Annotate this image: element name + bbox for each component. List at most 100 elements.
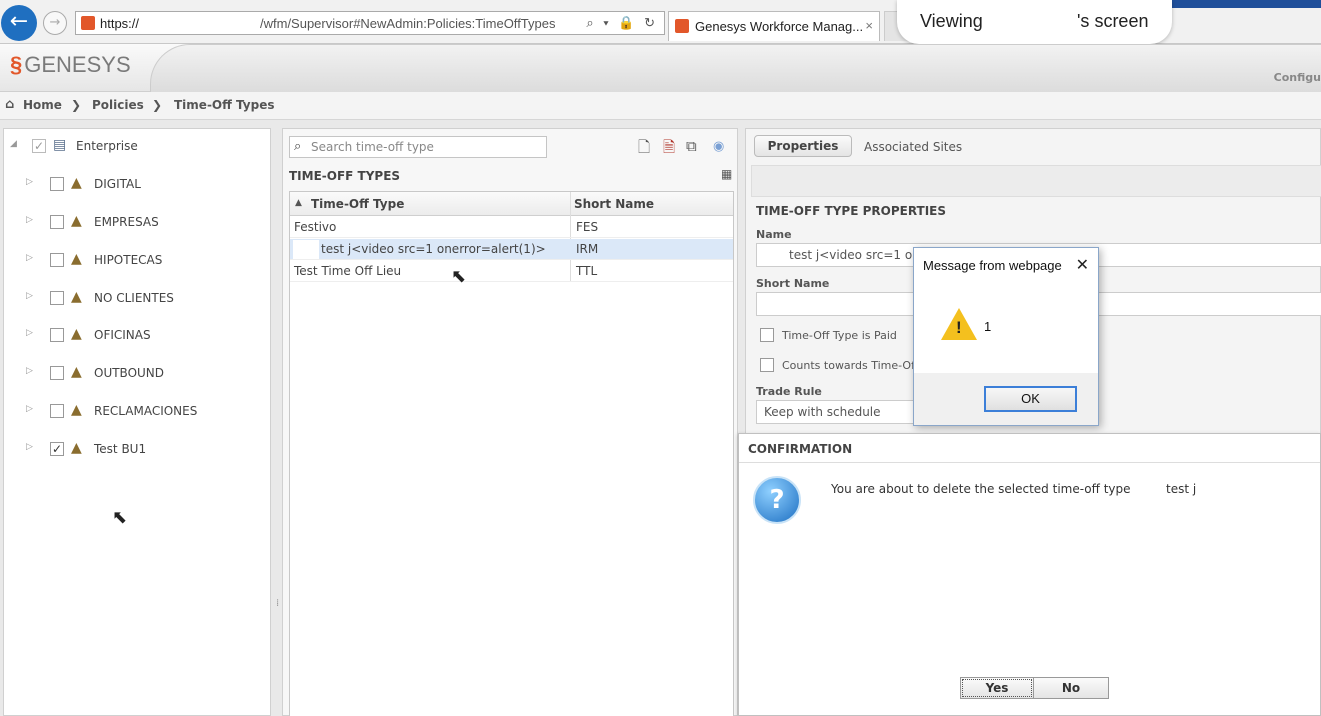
name-label: Name [756, 228, 792, 241]
tree-item-oficinas[interactable]: ▷ ▲ OFICINAS [8, 326, 258, 346]
back-button[interactable]: ← [1, 5, 37, 41]
breadcrumb: ⌂ Home ❯ Policies ❯ Time-Off Types [0, 92, 1321, 120]
mouse-cursor-icon: ⬉ [112, 507, 128, 528]
expand-icon[interactable]: ▷ [26, 177, 33, 187]
expand-icon[interactable]: ▷ [26, 442, 33, 452]
section-title: TIME-OFF TYPES [289, 169, 401, 183]
tree-checkbox[interactable] [50, 366, 64, 380]
business-unit-tree: ◢ ✓ ▤ Enterprise ▷ ▲ DIGITAL ▷ ▲ EMPRESA… [3, 128, 271, 716]
paid-label: Time-Off Type is Paid [782, 329, 897, 342]
breadcrumb-home[interactable]: Home [23, 98, 62, 112]
panel-splitter[interactable]: ⁞ [274, 128, 282, 716]
tab-associated-sites[interactable]: Associated Sites [864, 140, 962, 154]
url-protocol: https:// [100, 16, 140, 31]
tree-item-enterprise[interactable]: ◢ ✓ ▤ Enterprise [8, 137, 258, 157]
help-icon[interactable]: ◉ [713, 139, 724, 154]
tree-label: OUTBOUND [94, 366, 165, 380]
column-header-type[interactable]: Time-Off Type [311, 197, 404, 211]
tree-checkbox[interactable] [50, 215, 64, 229]
trade-rule-label: Trade Rule [756, 385, 822, 398]
tree-label: OFICINAS [94, 328, 151, 342]
expand-icon[interactable]: ▷ [26, 366, 33, 376]
divider [739, 462, 1320, 463]
warning-exclamation-icon: ! [956, 318, 962, 337]
tree-checkbox[interactable] [50, 291, 64, 305]
business-unit-icon: ▲ [71, 175, 82, 191]
ok-button[interactable]: OK [984, 386, 1077, 412]
breadcrumb-separator-icon: ❯ [71, 98, 82, 112]
tree-checkbox[interactable] [50, 328, 64, 342]
tree-checkbox[interactable] [50, 404, 64, 418]
tree-item-hipotecas[interactable]: ▷ ▲ HIPOTECAS [8, 251, 258, 271]
table-row[interactable]: Test Time Off Lieu TTL [290, 261, 733, 282]
splitter-grip-icon[interactable]: ⁞ [276, 598, 279, 609]
screen-share-banner: Viewing 's screen [897, 0, 1172, 44]
home-icon[interactable]: ⌂ [5, 97, 14, 112]
tree-label: DIGITAL [94, 177, 141, 191]
cell-short: FES [576, 220, 599, 234]
tree-checkbox[interactable]: ✓ [32, 139, 46, 153]
cell-redaction [293, 240, 319, 259]
yes-button[interactable]: Yes [960, 677, 1034, 699]
expand-icon[interactable]: ▷ [26, 253, 33, 263]
cell-type: Test Time Off Lieu [294, 264, 402, 278]
expand-icon[interactable]: ▷ [26, 291, 33, 301]
tree-checkbox[interactable]: ✓ [50, 442, 64, 456]
table-row[interactable]: Festivo FES [290, 217, 733, 238]
column-header-short-name[interactable]: Short Name [574, 197, 654, 211]
cell-type: Festivo [294, 220, 337, 234]
copy-document-icon[interactable]: ⧉ [686, 137, 697, 155]
confirmation-item-name: test j [1166, 482, 1197, 496]
tree-checkbox[interactable] [50, 177, 64, 191]
grid-options-icon[interactable]: ▦ [721, 167, 732, 181]
tree-item-empresas[interactable]: ▷ ▲ EMPRESAS [8, 213, 258, 233]
table-header: ▲ Time-Off Type Short Name [290, 192, 733, 216]
paid-checkbox[interactable] [760, 328, 774, 342]
address-bar-icons[interactable]: ⌕ ▾ 🔒 ↻ [586, 15, 658, 31]
business-unit-icon: ▲ [71, 213, 82, 229]
configure-tab[interactable]: Configu [1274, 71, 1321, 84]
no-button[interactable]: No [1034, 677, 1109, 699]
table-row-selected[interactable]: test j<video src=1 onerror=alert(1)> IRM [290, 239, 733, 260]
collapse-icon[interactable]: ◢ [10, 139, 17, 149]
site-favicon-icon [81, 16, 95, 30]
properties-title: TIME-OFF TYPE PROPERTIES [756, 204, 947, 218]
tree-checkbox[interactable] [50, 253, 64, 267]
breadcrumb-policies[interactable]: Policies [92, 98, 144, 112]
expand-icon[interactable]: ▷ [26, 215, 33, 225]
close-icon[interactable]: ✕ [1076, 255, 1089, 275]
delete-document-icon[interactable]: 🗎 [663, 137, 675, 162]
tab-close-icon[interactable]: × [865, 18, 873, 33]
tree-label: EMPRESAS [94, 215, 159, 229]
tree-item-outbound[interactable]: ▷ ▲ OUTBOUND [8, 364, 258, 384]
expand-icon[interactable]: ▷ [26, 328, 33, 338]
search-input[interactable]: ⌕ Search time-off type [289, 136, 547, 158]
tree-item-test-bu1[interactable]: ▷ ✓ ▲ Test BU1 [8, 440, 258, 460]
expand-icon[interactable]: ▷ [26, 404, 33, 414]
logo-mark-icon: § [10, 52, 23, 77]
header-tab-area: Configu [150, 44, 1321, 92]
app-header: §GENESYS Configu [0, 44, 1321, 92]
cell-short: TTL [576, 264, 598, 278]
sort-ascending-icon[interactable]: ▲ [295, 198, 302, 208]
tree-item-no-clientes[interactable]: ▷ ▲ NO CLIENTES [8, 289, 258, 309]
tree-label: HIPOTECAS [94, 253, 163, 267]
confirmation-panel: CONFIRMATION ? You are about to delete t… [738, 433, 1321, 716]
search-icon: ⌕ [294, 139, 302, 154]
tab-properties[interactable]: Properties [754, 135, 852, 157]
question-icon: ? [753, 476, 801, 524]
business-unit-icon: ▲ [71, 440, 82, 456]
tree-item-digital[interactable]: ▷ ▲ DIGITAL [8, 175, 258, 195]
new-document-icon[interactable]: 🗋 [638, 137, 650, 162]
genesys-logo: §GENESYS [10, 52, 131, 78]
counts-checkbox[interactable] [760, 358, 774, 372]
business-unit-icon: ▲ [71, 251, 82, 267]
address-bar[interactable]: https:// /wfm/Supervisor#NewAdmin:Polici… [75, 11, 665, 35]
tab-title: Genesys Workforce Manag... [695, 19, 864, 34]
browser-toolbar: ← → https:// /wfm/Supervisor#NewAdmin:Po… [0, 0, 1321, 44]
browser-tab[interactable]: Genesys Workforce Manag... × [668, 11, 880, 41]
business-unit-icon: ▲ [71, 364, 82, 380]
tree-item-reclamaciones[interactable]: ▷ ▲ RECLAMACIONES [8, 402, 258, 422]
forward-button[interactable]: → [43, 11, 67, 35]
top-strip [1172, 0, 1321, 8]
